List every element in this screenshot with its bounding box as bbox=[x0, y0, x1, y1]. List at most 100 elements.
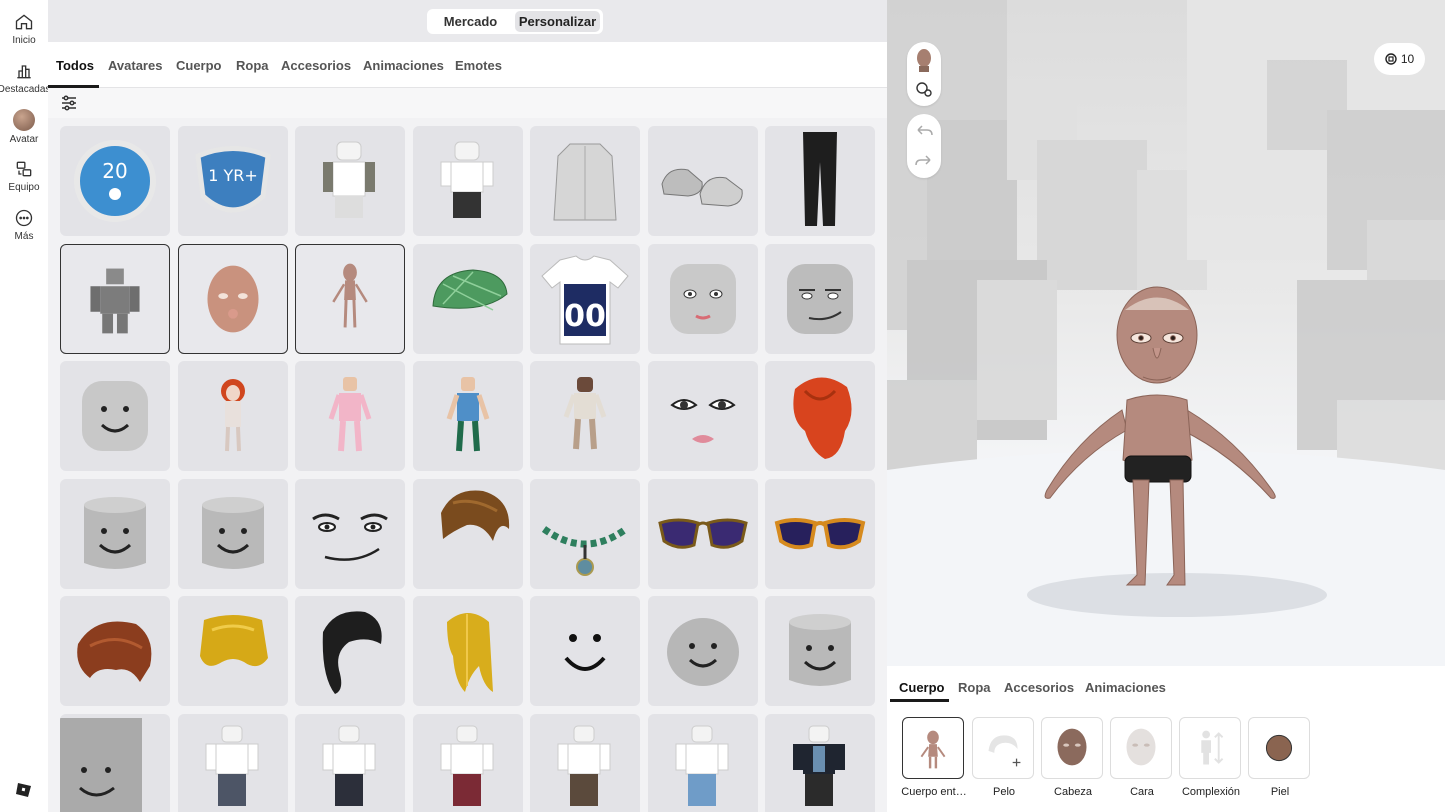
cylinder-head-thumbnail bbox=[201, 496, 264, 569]
more-icon bbox=[15, 209, 33, 227]
category-tabs: Todos Avatares Cuerpo Ropa Accesorios An… bbox=[48, 42, 887, 88]
bottom-tab-cuerpo[interactable]: Cuerpo bbox=[899, 680, 945, 695]
item-tile-cube-head[interactable] bbox=[60, 713, 170, 812]
item-tile-outfit-4[interactable] bbox=[530, 713, 640, 812]
slot-complexion[interactable] bbox=[1179, 717, 1241, 779]
segment-personalizar[interactable]: Personalizar bbox=[515, 11, 600, 32]
outfit-6-thumbnail bbox=[793, 725, 845, 806]
bottom-tab-underline bbox=[890, 699, 949, 702]
item-tile-man-face[interactable] bbox=[295, 478, 405, 589]
1-yr-badge-thumbnail: 1 YR+ bbox=[194, 146, 271, 213]
slot-cuerpo-entero[interactable] bbox=[902, 717, 964, 779]
item-tile-blonde-pigtails[interactable] bbox=[177, 596, 288, 706]
man-face-thumbnail bbox=[312, 513, 388, 561]
item-tile-jersey-00[interactable]: 00 bbox=[530, 243, 640, 354]
smile-decal-thumbnail bbox=[564, 634, 606, 671]
body-customization-panel: Cuerpo Ropa Accesorios Animaciones Cuerp… bbox=[887, 666, 1445, 812]
item-tile-orange-shades[interactable] bbox=[765, 478, 875, 589]
item-tile-black-pants[interactable] bbox=[765, 126, 875, 236]
redo-icon[interactable] bbox=[915, 155, 931, 166]
filter-icon[interactable] bbox=[60, 94, 78, 112]
purple-shades-thumbnail bbox=[657, 518, 748, 549]
item-tile-outfit-2[interactable] bbox=[295, 713, 405, 812]
item-tile-1-yr-badge[interactable]: 1 YR+ bbox=[177, 126, 288, 236]
bottom-tab-accesorios[interactable]: Accesorios bbox=[1004, 680, 1074, 695]
tab-emotes[interactable]: Emotes bbox=[455, 58, 502, 73]
item-tile-outfit-5[interactable] bbox=[647, 713, 758, 812]
viewport-tools-top bbox=[907, 42, 941, 106]
item-tile-cylinder-head[interactable] bbox=[60, 478, 170, 589]
jade-necklace-thumbnail bbox=[541, 525, 629, 576]
item-tile-smile-face[interactable] bbox=[647, 243, 758, 354]
item-tile-cylinder-head[interactable] bbox=[765, 596, 875, 706]
slot-label: Cuerpo ent… bbox=[901, 786, 967, 798]
tab-cuerpo[interactable]: Cuerpo bbox=[176, 58, 222, 73]
item-tile-cylinder-head[interactable] bbox=[177, 478, 288, 589]
segment-mercado[interactable]: Mercado bbox=[430, 11, 511, 32]
nav-label: Avatar bbox=[9, 134, 39, 145]
nav-item-mas[interactable]: Más bbox=[0, 208, 48, 242]
head-view-icon[interactable] bbox=[917, 49, 931, 72]
item-tile-20-badge[interactable]: 20 bbox=[60, 126, 170, 236]
robux-balance[interactable]: 10 bbox=[1374, 43, 1425, 75]
item-tile-red-hair[interactable] bbox=[765, 361, 875, 471]
item-tile-outfit-1[interactable] bbox=[177, 713, 288, 812]
slot-cabeza[interactable] bbox=[1041, 717, 1103, 779]
undo-icon[interactable] bbox=[917, 125, 933, 136]
item-tile-block-body[interactable] bbox=[60, 243, 170, 354]
item-tile-outfit-6[interactable] bbox=[765, 713, 875, 812]
avatar-preview-viewport[interactable] bbox=[887, 0, 1445, 666]
svg-text:00: 00 bbox=[564, 299, 606, 334]
tab-animaciones[interactable]: Animaciones bbox=[363, 58, 444, 73]
item-tile-jade-necklace[interactable] bbox=[530, 478, 640, 589]
item-tile-zombie-avatar[interactable] bbox=[530, 361, 640, 471]
default-head-thumbnail bbox=[82, 381, 148, 451]
tab-avatares[interactable]: Avatares bbox=[108, 58, 162, 73]
robux-icon bbox=[1385, 53, 1397, 65]
item-tile-brown-hair[interactable] bbox=[412, 478, 523, 589]
item-grid: 20 1 YR+ 00 bbox=[60, 126, 876, 812]
nav-item-avatar[interactable]: Avatar bbox=[0, 109, 48, 145]
item-tile-green-cap[interactable] bbox=[412, 243, 523, 354]
item-tile-purple-shades[interactable] bbox=[647, 478, 758, 589]
item-tile-blue-avatar[interactable] bbox=[412, 361, 523, 471]
tab-accesorios[interactable]: Accesorios bbox=[281, 58, 351, 73]
nav-label: Destacadas bbox=[0, 84, 51, 95]
nav-label: Equipo bbox=[8, 182, 40, 193]
nav-item-equipo[interactable]: Equipo bbox=[0, 159, 48, 193]
tab-todos[interactable]: Todos bbox=[56, 58, 94, 73]
item-tile-outfit-3[interactable] bbox=[412, 713, 523, 812]
slot-piel[interactable] bbox=[1248, 717, 1310, 779]
item-tile-smirk-face[interactable] bbox=[765, 243, 875, 354]
slot-cara[interactable] bbox=[1110, 717, 1172, 779]
roblox-logo-icon[interactable] bbox=[14, 780, 34, 800]
tab-ropa[interactable]: Ropa bbox=[236, 58, 269, 73]
item-tile-black-ponytail[interactable] bbox=[295, 596, 405, 706]
item-tile-old-man-body[interactable] bbox=[295, 243, 405, 354]
item-tile-red-hair-avatar[interactable] bbox=[177, 361, 288, 471]
item-tile-pink-lips-face[interactable] bbox=[647, 361, 758, 471]
bottom-tab-animaciones[interactable]: Animaciones bbox=[1085, 680, 1166, 695]
slot-pelo[interactable] bbox=[972, 717, 1034, 779]
top-header: Mercado Personalizar bbox=[48, 0, 887, 42]
old-man-body-thumbnail bbox=[332, 263, 368, 328]
outfit-3-thumbnail bbox=[440, 725, 493, 806]
item-tile-auburn-hair[interactable] bbox=[60, 596, 170, 706]
item-tile-default-head[interactable] bbox=[60, 361, 170, 471]
item-tile-smile-decal[interactable] bbox=[530, 596, 640, 706]
black-ponytail-thumbnail bbox=[322, 611, 382, 694]
settings-icon[interactable] bbox=[916, 82, 932, 97]
item-tile-sneakers[interactable] bbox=[647, 126, 758, 236]
nav-item-inicio[interactable]: Inicio bbox=[0, 12, 48, 46]
item-tile-pink-avatar[interactable] bbox=[295, 361, 405, 471]
item-tile-old-man-head[interactable] bbox=[177, 243, 288, 354]
bottom-tab-ropa[interactable]: Ropa bbox=[958, 680, 991, 695]
item-tile-torso-outfit[interactable] bbox=[295, 126, 405, 236]
item-tile-pants-outfit[interactable] bbox=[412, 126, 523, 236]
item-tile-round-head[interactable] bbox=[647, 596, 758, 706]
nav-label: Más bbox=[14, 231, 34, 242]
people-icon bbox=[16, 161, 32, 177]
item-tile-long-blonde-hair[interactable] bbox=[412, 596, 523, 706]
item-tile-lab-coat[interactable] bbox=[530, 126, 640, 236]
nav-item-destacadas[interactable]: Destacadas bbox=[0, 61, 51, 95]
